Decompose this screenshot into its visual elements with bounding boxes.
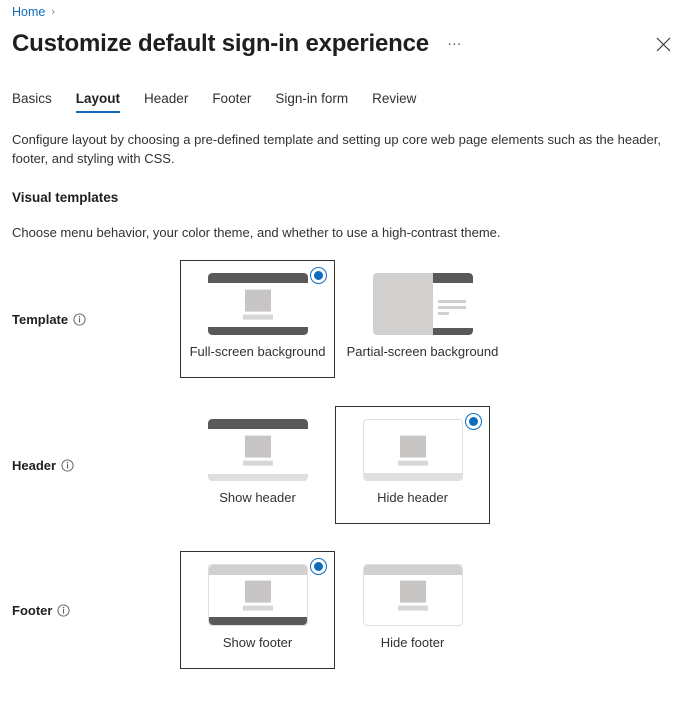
tab-sign-in-form[interactable]: Sign-in form xyxy=(275,91,348,113)
card-label-partial-screen-background: Partial-screen background xyxy=(347,344,499,359)
option-row-header: Header Show header xyxy=(12,406,690,524)
section-subtext: Choose menu behavior, your color theme, … xyxy=(12,225,678,240)
thumb-image-panel xyxy=(373,273,433,335)
page-title: Customize default sign-in experience xyxy=(12,30,429,58)
tab-review[interactable]: Review xyxy=(372,91,416,113)
footer-choices: Show footer Hide footer xyxy=(180,551,490,669)
card-full-screen-background[interactable]: Full-screen background xyxy=(180,260,335,378)
thumb-content xyxy=(243,436,273,466)
card-label-full-screen-background: Full-screen background xyxy=(190,344,326,359)
card-hide-header[interactable]: Hide header xyxy=(335,406,490,524)
breadcrumb-item-home[interactable]: Home xyxy=(12,5,45,19)
label-footer: Footer xyxy=(12,603,180,618)
card-label-show-header: Show header xyxy=(219,490,296,505)
label-header-text: Header xyxy=(12,458,56,473)
info-icon[interactable] xyxy=(61,459,74,472)
card-hide-footer[interactable]: Hide footer xyxy=(335,551,490,669)
card-label-show-footer: Show footer xyxy=(223,635,292,650)
breadcrumb: Home › xyxy=(0,0,690,21)
title-bar: Customize default sign-in experience … xyxy=(0,21,690,61)
tab-layout[interactable]: Layout xyxy=(76,91,120,113)
thumb-footer-bar xyxy=(208,474,308,481)
thumbnail-partial-screen-background xyxy=(373,273,473,335)
thumbnail-full-screen-background xyxy=(208,273,308,335)
option-row-footer: Footer Show footer xyxy=(12,551,690,669)
card-partial-screen-background[interactable]: Partial-screen background xyxy=(335,260,510,378)
thumb-footer-bar xyxy=(209,617,307,625)
thumb-footer-bar xyxy=(364,473,462,480)
label-header: Header xyxy=(12,458,180,473)
label-footer-text: Footer xyxy=(12,603,52,618)
template-choices: Full-screen background Partial-screen ba… xyxy=(180,260,510,378)
thumb-text-line xyxy=(438,312,449,315)
thumb-text-line xyxy=(398,606,428,611)
tab-footer[interactable]: Footer xyxy=(212,91,251,113)
option-row-template: Template Full-screen background xyxy=(12,260,690,378)
more-options-icon[interactable]: … xyxy=(447,33,464,56)
tab-list: Basics Layout Header Footer Sign-in form… xyxy=(0,83,690,113)
card-label-hide-footer: Hide footer xyxy=(381,635,445,650)
chevron-right-icon: › xyxy=(51,7,55,18)
tab-basics[interactable]: Basics xyxy=(12,91,52,113)
thumb-content xyxy=(398,581,428,611)
thumb-footer-bar xyxy=(433,328,473,335)
card-label-hide-header: Hide header xyxy=(377,490,448,505)
thumb-logo-block xyxy=(400,436,426,458)
card-show-footer[interactable]: Show footer xyxy=(180,551,335,669)
thumbnail-show-header xyxy=(208,419,308,481)
thumb-logo-block xyxy=(245,290,271,312)
thumb-header-bar xyxy=(208,273,308,283)
label-template-text: Template xyxy=(12,312,68,327)
tab-header[interactable]: Header xyxy=(144,91,188,113)
thumb-text-line xyxy=(398,461,428,466)
thumb-text-line xyxy=(438,306,466,309)
info-icon[interactable] xyxy=(57,604,70,617)
thumb-text-line xyxy=(243,315,273,320)
header-choices: Show header Hide header xyxy=(180,406,490,524)
section-heading-visual-templates: Visual templates xyxy=(12,190,678,205)
thumb-header-bar xyxy=(209,565,307,575)
thumb-content xyxy=(243,581,273,611)
card-show-header[interactable]: Show header xyxy=(180,406,335,524)
thumb-text-line xyxy=(243,606,273,611)
thumb-logo-block xyxy=(400,581,426,603)
label-template: Template xyxy=(12,312,180,327)
radio-full-screen-background[interactable] xyxy=(310,267,327,284)
page-description: Configure layout by choosing a pre-defin… xyxy=(12,130,664,168)
thumb-content xyxy=(243,290,273,320)
thumbnail-hide-footer xyxy=(363,564,463,626)
thumb-header-bar xyxy=(433,273,473,283)
thumb-content xyxy=(398,436,428,466)
close-icon[interactable] xyxy=(650,31,676,57)
thumbnail-hide-header xyxy=(363,419,463,481)
info-icon[interactable] xyxy=(73,313,86,326)
radio-hide-header[interactable] xyxy=(465,413,482,430)
thumb-footer-bar xyxy=(208,327,308,335)
thumb-header-bar xyxy=(208,419,308,429)
thumb-text-line xyxy=(243,461,273,466)
thumb-text-line xyxy=(438,300,466,303)
thumbnail-show-footer xyxy=(208,564,308,626)
radio-show-footer[interactable] xyxy=(310,558,327,575)
thumb-text-lines xyxy=(438,300,466,315)
thumb-logo-block xyxy=(245,436,271,458)
thumb-header-bar xyxy=(364,565,462,575)
thumb-logo-block xyxy=(245,581,271,603)
